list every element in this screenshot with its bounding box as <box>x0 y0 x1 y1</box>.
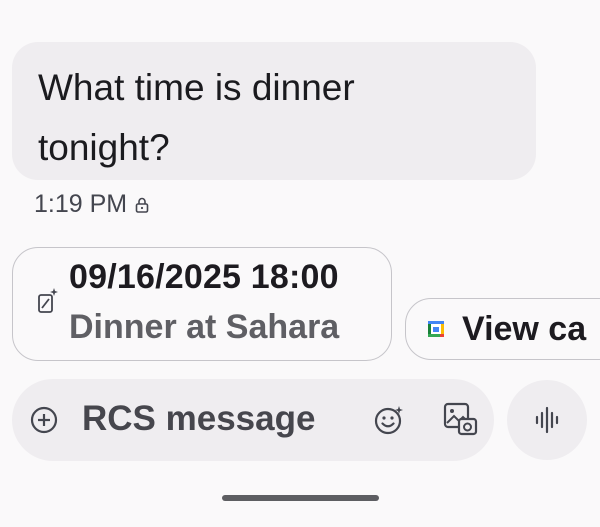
event-datetime: 09/16/2025 18:00 <box>69 258 339 296</box>
message-composer[interactable]: RCS message <box>12 379 494 461</box>
voice-input-button[interactable] <box>507 380 587 460</box>
lock-icon <box>135 197 149 213</box>
message-text-line-2: tonight? <box>38 127 170 168</box>
received-message-bubble[interactable]: What time is dinner tonight? <box>12 42 536 180</box>
suggestion-chip-view-calendar[interactable]: View ca <box>405 298 600 360</box>
view-calendar-label: View ca <box>462 310 587 348</box>
home-indicator[interactable] <box>222 495 379 501</box>
calendar-add-icon <box>37 286 59 319</box>
add-circle-icon[interactable] <box>30 406 58 439</box>
message-timestamp: 1:19 PM <box>34 190 149 219</box>
message-input[interactable]: RCS message <box>82 399 315 439</box>
emoji-icon[interactable] <box>373 404 405 441</box>
gallery-icon[interactable] <box>442 401 478 442</box>
google-calendar-icon <box>427 320 445 342</box>
message-text-line-1: What time is dinner <box>38 67 355 108</box>
suggestion-chip-add-event[interactable]: 09/16/2025 18:00 Dinner at Sahara <box>12 247 392 361</box>
voice-icon <box>535 406 559 434</box>
event-title: Dinner at Sahara <box>69 308 340 346</box>
message-time: 1:19 PM <box>34 190 128 218</box>
